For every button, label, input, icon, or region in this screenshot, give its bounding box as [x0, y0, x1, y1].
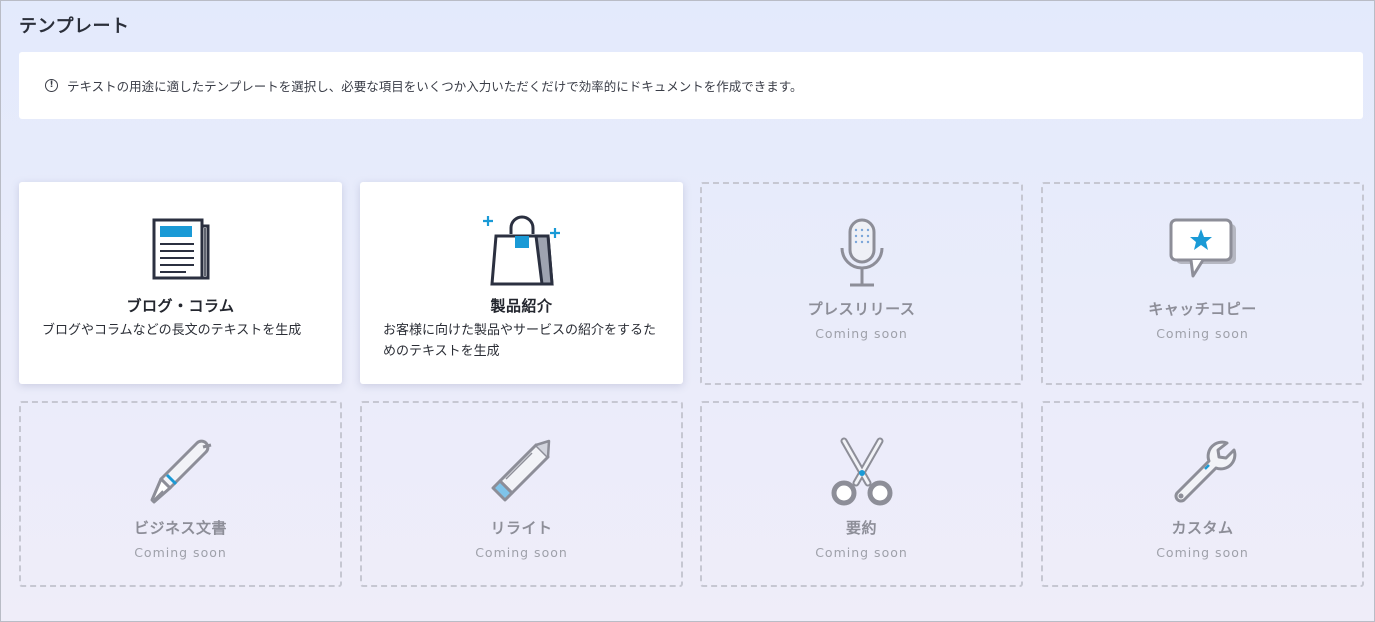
card-title: ビジネス文書 [133, 519, 227, 537]
coming-soon-label: Coming soon [1156, 326, 1249, 341]
card-title: 製品紹介 [490, 297, 553, 315]
pencil-icon [491, 439, 550, 502]
scissors-icon [831, 437, 892, 506]
template-card-summary[interactable]: 要約 Coming soon [700, 401, 1023, 587]
card-description: お客様に向けた製品やサービスの紹介をするためのテキストを生成 [383, 323, 657, 359]
template-card-catchcopy[interactable]: キャッチコピー Coming soon [1041, 182, 1364, 385]
speech-bubble-star-icon [1169, 218, 1236, 278]
template-card-custom[interactable]: カスタム Coming soon [1041, 401, 1364, 587]
card-title: カスタム [1171, 519, 1234, 537]
info-icon: ! [45, 79, 58, 92]
shopping-bag-icon [482, 215, 560, 286]
info-text: テキストの用途に適したテンプレートを選択し、必要な項目をいくつか入力いただくだけ… [67, 79, 803, 94]
card-title: キャッチコピー [1148, 300, 1257, 318]
wrench-icon [1174, 440, 1236, 503]
template-card-product[interactable]: 製品紹介 お客様に向けた製品やサービスの紹介をするためのテキストを生成 [360, 182, 683, 384]
template-card-press-release[interactable]: プレスリリース Coming soon [700, 182, 1023, 385]
page-title: テンプレート [19, 16, 130, 37]
card-title: リライト [490, 519, 553, 537]
card-title: プレスリリース [807, 300, 916, 318]
microphone-icon [840, 218, 883, 287]
card-description: ブログやコラムなどの長文のテキストを生成 [42, 323, 302, 338]
coming-soon-label: Coming soon [475, 545, 568, 560]
template-card-blog[interactable]: ブログ・コラム ブログやコラムなどの長文のテキストを生成 [19, 182, 342, 384]
fountain-pen-icon [150, 439, 211, 504]
newspaper-icon [152, 218, 209, 280]
coming-soon-label: Coming soon [134, 545, 227, 560]
card-title: ブログ・コラム [126, 297, 235, 315]
template-card-business[interactable]: ビジネス文書 Coming soon [19, 401, 342, 587]
card-title: 要約 [845, 519, 877, 537]
coming-soon-label: Coming soon [1156, 545, 1249, 560]
template-card-rewrite[interactable]: リライト Coming soon [360, 401, 683, 587]
info-banner: ! テキストの用途に適したテンプレートを選択し、必要な項目をいくつか入力いただく… [19, 52, 1363, 119]
coming-soon-label: Coming soon [815, 326, 908, 341]
coming-soon-label: Coming soon [815, 545, 908, 560]
